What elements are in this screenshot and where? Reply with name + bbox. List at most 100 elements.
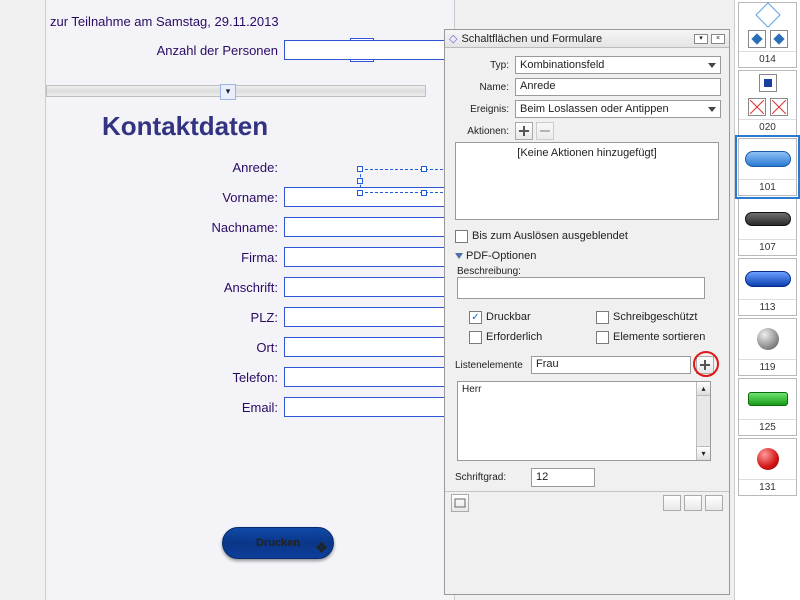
list-scrollbar[interactable]: ▴ ▾ xyxy=(696,382,710,460)
typ-select[interactable]: Kombinationsfeld xyxy=(515,56,721,74)
chevron-down-icon xyxy=(708,63,716,68)
name-value: Anrede xyxy=(520,80,555,92)
schreib-checkbox[interactable] xyxy=(596,311,609,324)
button-preview xyxy=(748,392,788,406)
button-preview xyxy=(745,271,791,287)
telefon-label: Telefon: xyxy=(46,370,284,385)
erforderlich-checkbox[interactable] xyxy=(469,331,482,344)
form-document: zur Teilnahme am Samstag, 29.11.2013 Anz… xyxy=(45,0,455,600)
chevron-down-icon xyxy=(708,107,716,112)
typ-value: Kombinationsfeld xyxy=(520,59,604,71)
name-input[interactable]: Anrede xyxy=(515,78,721,96)
beschreibung-label: Beschreibung: xyxy=(453,264,721,277)
ort-field[interactable] xyxy=(284,337,454,357)
scroll-down-button[interactable]: ▾ xyxy=(697,446,710,460)
palette-group[interactable]: 107 xyxy=(738,198,797,256)
palette-group-selected[interactable]: 101 xyxy=(738,138,797,196)
swatch-icon[interactable] xyxy=(748,98,766,116)
palette-group[interactable]: 014 xyxy=(738,2,797,68)
hidden-label: Bis zum Auslösen ausgeblendet xyxy=(472,230,628,242)
ort-label: Ort: xyxy=(46,340,284,355)
swatch-icon[interactable] xyxy=(748,30,766,48)
palette-group[interactable]: 020 xyxy=(738,70,797,136)
panel-title: Schaltflächen und Formulare xyxy=(461,33,602,45)
plz-field[interactable] xyxy=(284,307,454,327)
actions-empty-text: [Keine Aktionen hinzugefügt] xyxy=(517,147,656,159)
saturday-label: zur Teilnahme am Samstag, 29.11.2013 xyxy=(46,0,454,35)
schreib-label: Schreibgeschützt xyxy=(613,311,697,323)
persons-field[interactable] xyxy=(284,40,454,60)
palette-group[interactable]: 131 xyxy=(738,438,797,496)
typ-label: Typ: xyxy=(453,60,515,71)
preview-button[interactable] xyxy=(451,494,469,512)
druckbar-checkbox[interactable]: ✓ xyxy=(469,311,482,324)
schriftgrad-label: Schriftgrad: xyxy=(455,472,531,483)
cursor-icon: ✥ xyxy=(316,540,327,556)
list-item[interactable]: Herr xyxy=(458,382,710,397)
panel-footer xyxy=(445,491,729,513)
anrede-label: Anrede: xyxy=(46,160,284,175)
beschreibung-input[interactable] xyxy=(457,277,705,299)
divider-dropdown[interactable]: ▾ xyxy=(220,84,236,100)
button-preview xyxy=(745,151,791,167)
swatch-icon[interactable] xyxy=(770,98,788,116)
list-items-box[interactable]: Herr ▴ ▾ xyxy=(457,381,711,461)
palette-label: 101 xyxy=(739,179,796,195)
button-preview xyxy=(757,328,779,350)
trash-button[interactable] xyxy=(705,495,723,511)
swatch-icon[interactable] xyxy=(759,74,777,92)
telefon-field[interactable] xyxy=(284,367,454,387)
ereignis-value: Beim Loslassen oder Antippen xyxy=(520,103,669,115)
footer-btn-2[interactable] xyxy=(684,495,702,511)
listenelemente-input[interactable]: Frau xyxy=(531,356,691,374)
anschrift-label: Anschrift: xyxy=(46,280,284,295)
swatch-icon[interactable] xyxy=(770,30,788,48)
palette-label: 125 xyxy=(739,419,796,435)
listenelemente-label: Listenelemente xyxy=(455,360,531,371)
palette-group[interactable]: 119 xyxy=(738,318,797,376)
email-label: Email: xyxy=(46,400,284,415)
sortieren-label: Elemente sortieren xyxy=(613,331,705,343)
footer-btn-1[interactable] xyxy=(663,495,681,511)
palette-group[interactable]: 125 xyxy=(738,378,797,436)
print-button[interactable]: Drucken ✥ xyxy=(222,527,334,559)
swatch-icon[interactable] xyxy=(755,2,780,27)
palette-label: 014 xyxy=(739,51,796,67)
nachname-field[interactable] xyxy=(284,217,454,237)
email-field[interactable] xyxy=(284,397,454,417)
palette-label: 107 xyxy=(739,239,796,255)
buttons-forms-panel: ◇ Schaltflächen und Formulare ▾ × Typ: K… xyxy=(444,29,730,595)
name-label: Name: xyxy=(453,82,515,93)
sortieren-checkbox[interactable] xyxy=(596,331,609,344)
button-preview xyxy=(745,212,791,226)
vorname-label: Vorname: xyxy=(46,190,284,205)
add-list-item-button[interactable] xyxy=(696,356,714,374)
section-title: Kontaktdaten xyxy=(46,103,454,152)
ereignis-select[interactable]: Beim Loslassen oder Antippen xyxy=(515,100,721,118)
palette-label: 020 xyxy=(739,119,796,135)
firma-field[interactable] xyxy=(284,247,454,267)
anschrift-field[interactable] xyxy=(284,277,454,297)
palette-group[interactable]: 113 xyxy=(738,258,797,316)
ereignis-label: Ereignis: xyxy=(453,104,515,115)
firma-label: Firma: xyxy=(46,250,284,265)
listenelemente-value: Frau xyxy=(536,358,559,370)
add-action-button[interactable] xyxy=(515,122,533,140)
palette-label: 119 xyxy=(739,359,796,375)
palette-label: 113 xyxy=(739,299,796,315)
button-preview xyxy=(757,448,779,470)
actions-list[interactable]: [Keine Aktionen hinzugefügt] xyxy=(455,142,719,220)
pdf-options-header[interactable]: PDF-Optionen xyxy=(453,246,721,264)
panel-titlebar[interactable]: ◇ Schaltflächen und Formulare ▾ × xyxy=(445,30,729,48)
scroll-up-button[interactable]: ▴ xyxy=(697,382,710,396)
delete-action-button[interactable] xyxy=(536,122,554,140)
triangle-down-icon xyxy=(455,253,463,259)
collapse-button[interactable]: ▾ xyxy=(694,34,708,44)
print-button-label: Drucken xyxy=(256,537,300,549)
persons-label: Anzahl der Personen xyxy=(46,43,284,58)
close-button[interactable]: × xyxy=(711,34,725,44)
erforderlich-label: Erforderlich xyxy=(486,331,542,343)
druckbar-label: Druckbar xyxy=(486,311,531,323)
schriftgrad-select[interactable]: 12 xyxy=(531,468,595,487)
hidden-checkbox[interactable] xyxy=(455,230,468,243)
